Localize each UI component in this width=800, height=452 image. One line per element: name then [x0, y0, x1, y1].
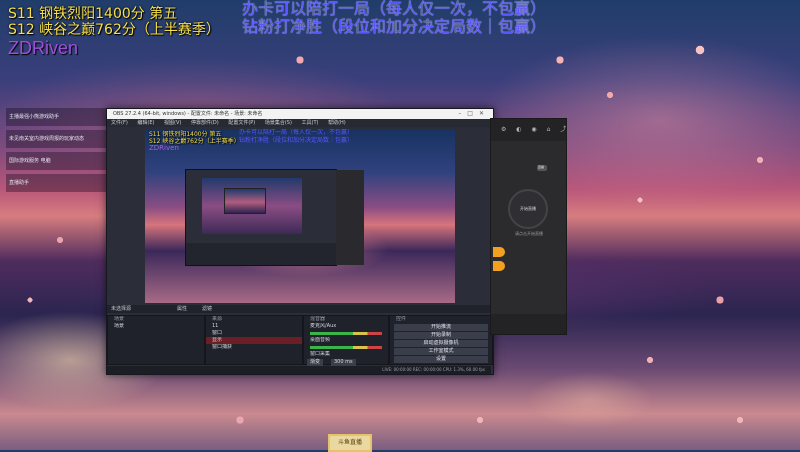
menu-file[interactable]: 文件(F) [111, 120, 128, 126]
live-caption: 请点击开始直播 [515, 231, 543, 236]
sources-panel: 来源 11 窗口 显示 窗口捕获 [205, 315, 303, 365]
scenes-header: 场景 [114, 316, 125, 322]
window-controls[interactable]: –□✕ [458, 109, 490, 119]
start-recording-button[interactable]: 开始录制 [394, 332, 488, 339]
orange-side-button[interactable] [493, 247, 505, 257]
start-virtual-camera-button[interactable]: 启动虚拟摄像机 [394, 340, 488, 347]
studio-mode-button[interactable]: 工作室模式 [394, 348, 488, 355]
start-live-button[interactable]: 开始直播 [508, 189, 548, 229]
menu-profile[interactable]: 配置文件(P) [228, 120, 255, 126]
nested-preview [202, 178, 302, 234]
desktop-shortcut-list: 主播最强小熊游戏助手 未见南关室内游戏周报的玩家动态 国际游戏服务 电脑 直播助… [6, 108, 106, 196]
start-live-label: 开始直播 [520, 206, 536, 211]
nested-dock [186, 243, 336, 265]
obs-statusbar: LIVE: 00:00:00 REC: 00:00:00 CPU: 1.3%, … [107, 366, 491, 374]
menu-docks[interactable]: 停靠部件(D) [191, 120, 219, 126]
streamer-name: ZDRiven [8, 38, 79, 58]
nested-preview-inner [224, 188, 266, 214]
desktop-shortcut[interactable]: 直播助手 [6, 174, 106, 192]
mixer-header: 混音器 [310, 316, 326, 322]
mixer-channel-label: 桌面音频 [310, 337, 331, 343]
preview-streamer-name: ZDRiven [149, 144, 179, 152]
source-item[interactable]: 窗口捕获 [206, 344, 302, 351]
transition-duration[interactable]: 300 ms [331, 359, 356, 366]
orange-side-button[interactable] [493, 261, 505, 271]
controls-panel: 控件 开始推流 开始录制 启动虚拟摄像机 工作室模式 设置 [389, 315, 493, 365]
rank-line-s12: S12 峡谷之巅762分（上半赛季） [8, 22, 220, 38]
notice-line-2: 钻粉打净胜（段位和加分决定局数｜包赢） [242, 17, 547, 36]
obs-title-text: OBS 27.2.4 (64-bit, windows) - 配置文件: 未命名… [113, 111, 263, 117]
desktop-shortcut[interactable]: 未见南关室内游戏周报的玩家动态 [6, 130, 106, 148]
filters-button[interactable]: 滤镜 [202, 305, 212, 313]
live-badge: 直播 [537, 165, 547, 171]
transition-select[interactable]: 渐变 [307, 359, 324, 366]
settings-button[interactable]: 设置 [394, 356, 488, 363]
live-assistant-panel: ⚙ ◐ ◉ ⌂ ⤴ 直播 开始直播 请点击开始直播 [490, 118, 567, 335]
menu-view[interactable]: 视图(V) [164, 120, 181, 126]
scenes-panel: 场景 场景 [107, 315, 205, 365]
status-text: LIVE: 00:00:00 REC: 00:00:00 CPU: 1.3%, … [382, 367, 485, 372]
scene-item[interactable]: 场景 [108, 323, 204, 330]
platform-logo-text: 斗鱼直播 [337, 439, 362, 446]
sources-header: 来源 [212, 316, 223, 322]
no-source-label: 未选择源 [111, 306, 132, 312]
mixer-channel-label: 窗口采集 [310, 351, 331, 357]
rank-line-s11: S11 钢铁烈阳1400分 第五 [8, 6, 178, 22]
menu-scene-collection[interactable]: 场景集合(S) [265, 120, 292, 126]
source-toolbar: 未选择源 属性 滤镜 [107, 305, 491, 313]
audio-mixer-panel: 混音器 麦克风/Aux 桌面音频 窗口采集 [303, 315, 389, 365]
live-assistant-toolbar: ⚙ ◐ ◉ ⌂ ⤴ [491, 119, 566, 141]
source-item-selected[interactable]: 显示 [206, 337, 302, 344]
platform-logo: 斗鱼直播 [328, 434, 372, 452]
nested-obs-capture [185, 169, 364, 266]
mixer-volume-meter[interactable] [310, 332, 382, 335]
preview-rank-line-s11: S11 钢铁烈阳1400分 第五 [149, 131, 222, 138]
menu-tools[interactable]: 工具(T) [302, 120, 319, 126]
controls-header: 控件 [396, 316, 407, 322]
menu-edit[interactable]: 编辑(E) [137, 120, 154, 126]
source-item[interactable]: 11 [206, 323, 302, 330]
obs-menubar: 文件(F) 编辑(E) 视图(V) 停靠部件(D) 配置文件(P) 场景集合(S… [107, 119, 493, 127]
mixer-volume-meter[interactable] [310, 346, 382, 349]
obs-preview[interactable]: S11 钢铁烈阳1400分 第五 S12 峡谷之巅762分（上半赛季） ZDRi… [145, 129, 455, 303]
obs-titlebar[interactable]: OBS 27.2.4 (64-bit, windows) - 配置文件: 未命名… [107, 109, 493, 119]
nested-side-panel [336, 170, 364, 265]
obs-window: OBS 27.2.4 (64-bit, windows) - 配置文件: 未命名… [106, 108, 494, 375]
notice-line-1: 办卡可以陪打一局（每人仅一次，不包赢） [242, 0, 547, 18]
desktop-shortcut[interactable]: 国际游戏服务 电脑 [6, 152, 106, 170]
start-streaming-button[interactable]: 开始推流 [394, 324, 488, 331]
source-item[interactable]: 窗口 [206, 330, 302, 337]
preview-notice-2: 钻粉打净胜（段位和加分决定局数｜包赢） [239, 137, 354, 144]
live-assistant-footer [491, 314, 566, 334]
desktop-shortcut[interactable]: 主播最强小熊游戏助手 [6, 108, 106, 126]
properties-button[interactable]: 属性 [177, 305, 187, 313]
preview-notice-1: 办卡可以陪打一局（每人仅一次，不包赢） [239, 129, 354, 136]
menu-help[interactable]: 帮助(H) [328, 120, 346, 126]
mixer-channel-label: 麦克风/Aux [310, 323, 337, 329]
